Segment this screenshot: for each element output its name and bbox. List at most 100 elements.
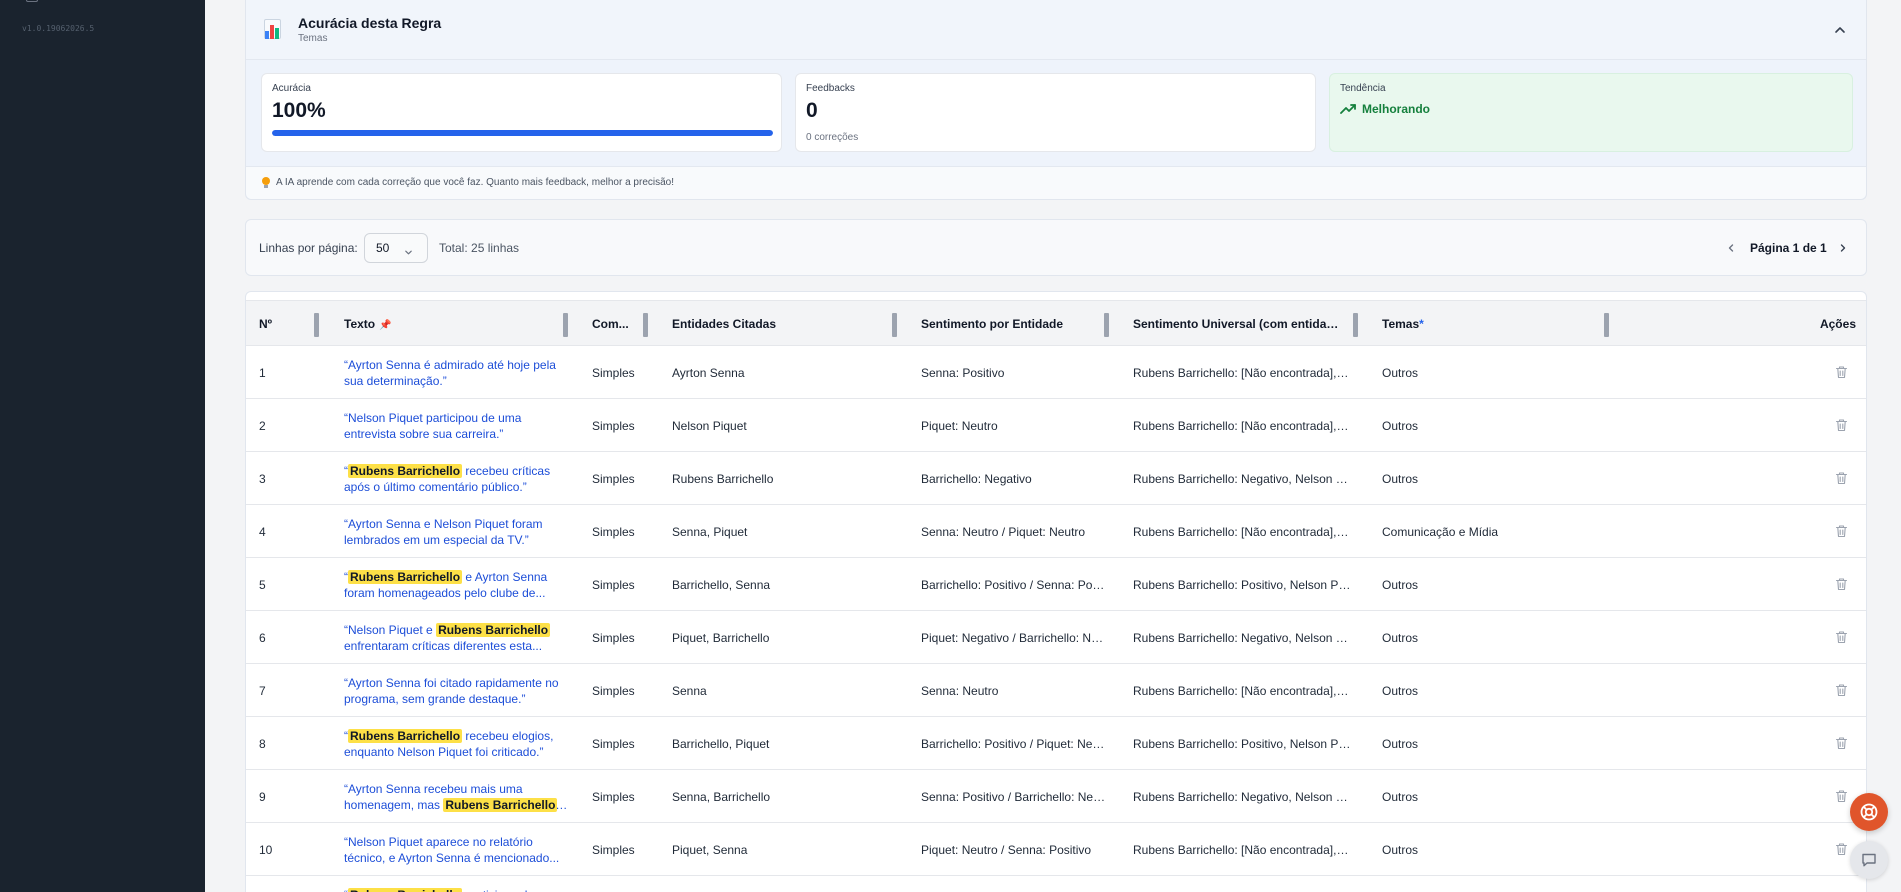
cell-number: 5 [259,559,319,611]
next-page-button[interactable] [1834,239,1852,257]
cell-text-content: “Rubens Barrichello recebeu elogios, enq… [344,728,569,760]
cell-themes-value: Outros [1382,472,1419,486]
trash-icon [1835,684,1848,697]
trash-icon [1835,366,1848,379]
column-resizer[interactable] [1353,313,1358,337]
column-resizer[interactable] [643,313,648,337]
cell-entities: Piquet, Senna [672,824,887,876]
delete-row-button[interactable] [1835,630,1848,644]
table-row[interactable]: 3 “Rubens Barrichello recebeu críticas ap… [246,453,1866,505]
cell-themes[interactable]: Outros [1382,877,1597,892]
cell-text-content: “Nelson Piquet participou de uma entrevi… [344,410,569,442]
table-row[interactable]: 1 “Ayrton Senna é admirado até hoje pela … [246,347,1866,399]
highlighted-entity: Rubens Barrichello [348,729,463,743]
column-header-number[interactable]: Nº [259,301,309,347]
trending-up-icon [1340,104,1356,114]
cell-themes[interactable]: Outros [1382,400,1597,452]
cell-themes-value: Outros [1382,790,1419,804]
previous-page-button[interactable] [1722,239,1740,257]
cell-universal-sentiment-value: Rubens Barrichello: Positivo, Nelson Piq… [1133,578,1351,592]
delete-row-button[interactable] [1835,789,1848,803]
column-header-entities[interactable]: Entidades Citadas [672,301,872,347]
cell-entity-sentiment-value: Piquet: Neutro / Senna: Positivo [921,843,1092,857]
cell-themes[interactable]: Outros [1382,453,1597,505]
cell-text[interactable]: “Ayrton Senna foi citado rapidamente no … [344,665,569,717]
cell-themes[interactable]: Outros [1382,824,1597,876]
lifebuoy-icon [1860,803,1878,821]
cell-universal-sentiment: Rubens Barrichello: Positivo, Nelson Piq… [1133,718,1351,770]
column-resizer[interactable] [314,313,319,337]
cell-text[interactable]: “Rubens Barrichello recebeu elogios, enq… [344,718,569,770]
table-row[interactable]: 10 “Nelson Piquet aparece no relatório té… [246,824,1866,876]
column-resizer[interactable] [1604,313,1609,337]
table-row[interactable]: 7 “Ayrton Senna foi citado rapidamente no… [246,665,1866,717]
sidebar-icon[interactable] [26,0,38,2]
cell-themes[interactable]: Outros [1382,347,1597,399]
cell-text-content: “Nelson Piquet e Rubens Barrichello enfr… [344,622,569,654]
cell-entities: Piquet, Barrichello [672,612,887,664]
trash-icon [1835,631,1848,644]
cell-entity-sentiment: Senna: Positivo / Barrichello: Negativo [921,771,1109,823]
table-row[interactable]: 5 “Rubens Barrichello e Ayrton Senna fora… [246,559,1866,611]
delete-row-button[interactable] [1835,471,1848,485]
column-header-universal-sentiment[interactable]: Sentimento Universal (com entidade... [1133,301,1345,347]
collapse-button[interactable] [1830,20,1850,40]
accuracy-progress-fill [272,130,773,136]
chat-button[interactable] [1850,841,1888,879]
cell-text[interactable]: “Nelson Piquet participou de uma entrevi… [344,400,569,452]
table-row[interactable]: 8 “Rubens Barrichello recebeu elogios, en… [246,718,1866,770]
cell-universal-sentiment: Rubens Barrichello: Positivo, Nelson Piq… [1133,559,1351,611]
cell-themes[interactable]: Comunicação e Mídia [1382,506,1597,558]
chat-bubble-icon [1862,853,1876,867]
feedbacks-corrections: 0 correções [806,132,859,143]
cell-text[interactable]: “Rubens Barrichello e Ayrton Senna foram… [344,559,569,611]
delete-row-button[interactable] [1835,842,1848,856]
feedbacks-label: Feedbacks [806,83,855,94]
help-button[interactable] [1850,793,1888,831]
column-header-entity-sentiment[interactable]: Sentimento por Entidade [921,301,1111,347]
delete-row-button[interactable] [1835,577,1848,591]
column-resizer[interactable] [563,313,568,337]
column-header-text[interactable]: Texto 📌 [344,301,544,347]
column-header-themes[interactable]: Temas* [1382,301,1482,347]
cell-themes[interactable]: Outros [1382,718,1597,770]
cell-text[interactable]: “Ayrton Senna é admirado até hoje pela s… [344,347,569,399]
chevron-down-icon [405,250,412,255]
cell-complexity: Simples [592,824,642,876]
delete-row-button[interactable] [1835,736,1848,750]
cell-entities: Senna [672,665,887,717]
cell-themes[interactable]: Outros [1382,612,1597,664]
cell-text-content: “Ayrton Senna é admirado até hoje pela s… [344,357,569,389]
cell-text[interactable]: “Ayrton Senna recebeu mais uma homenagem… [344,771,569,823]
delete-row-button[interactable] [1835,418,1848,432]
table-row[interactable]: 11 “Rubens Barrichello participou de um e… [246,877,1866,892]
trend-stat: Tendência Melhorando [1329,73,1853,152]
delete-row-button[interactable] [1835,683,1848,697]
cell-text[interactable]: “Rubens Barrichello participou de um eve… [344,877,569,892]
delete-row-button[interactable] [1835,524,1848,538]
cell-universal-sentiment: Rubens Barrichello: [Não encontrada], Ne… [1133,400,1351,452]
table-row[interactable]: 4 “Ayrton Senna e Nelson Piquet foram lem… [246,506,1866,558]
delete-row-button[interactable] [1835,365,1848,379]
cell-text[interactable]: “Ayrton Senna e Nelson Piquet foram lemb… [344,506,569,558]
table-row[interactable]: 2 “Nelson Piquet participou de uma entrev… [246,400,1866,452]
column-resizer[interactable] [1104,313,1109,337]
column-header-themes-label: Temas [1382,317,1420,331]
table-row[interactable]: 9 “Ayrton Senna recebeu mais uma homenage… [246,771,1866,823]
cell-text[interactable]: “Nelson Piquet aparece no relatório técn… [344,824,569,876]
column-resizer[interactable] [892,313,897,337]
column-header-complexity[interactable]: Com... [592,301,634,347]
table-row[interactable]: 6 “Nelson Piquet e Rubens Barrichello enf… [246,612,1866,664]
cell-themes[interactable]: Outros [1382,665,1597,717]
rows-per-page-select[interactable]: 50 [364,233,428,263]
cell-text[interactable]: “Rubens Barrichello recebeu críticas apó… [344,453,569,505]
cell-themes[interactable]: Outros [1382,559,1597,611]
cell-entities: Senna, Piquet [672,506,887,558]
column-header-actions: Ações [1819,317,1856,331]
cell-universal-sentiment: Rubens Barrichello: Negativo, Nelson Piq… [1133,771,1351,823]
cell-entity-sentiment: Piquet: Neutro [921,400,1109,452]
cell-universal-sentiment-value: Rubens Barrichello: [Não encontrada], Ne… [1133,684,1351,698]
rows-per-page-value: 50 [376,241,390,255]
cell-themes[interactable]: Outros [1382,771,1597,823]
cell-text[interactable]: “Nelson Piquet e Rubens Barrichello enfr… [344,612,569,664]
